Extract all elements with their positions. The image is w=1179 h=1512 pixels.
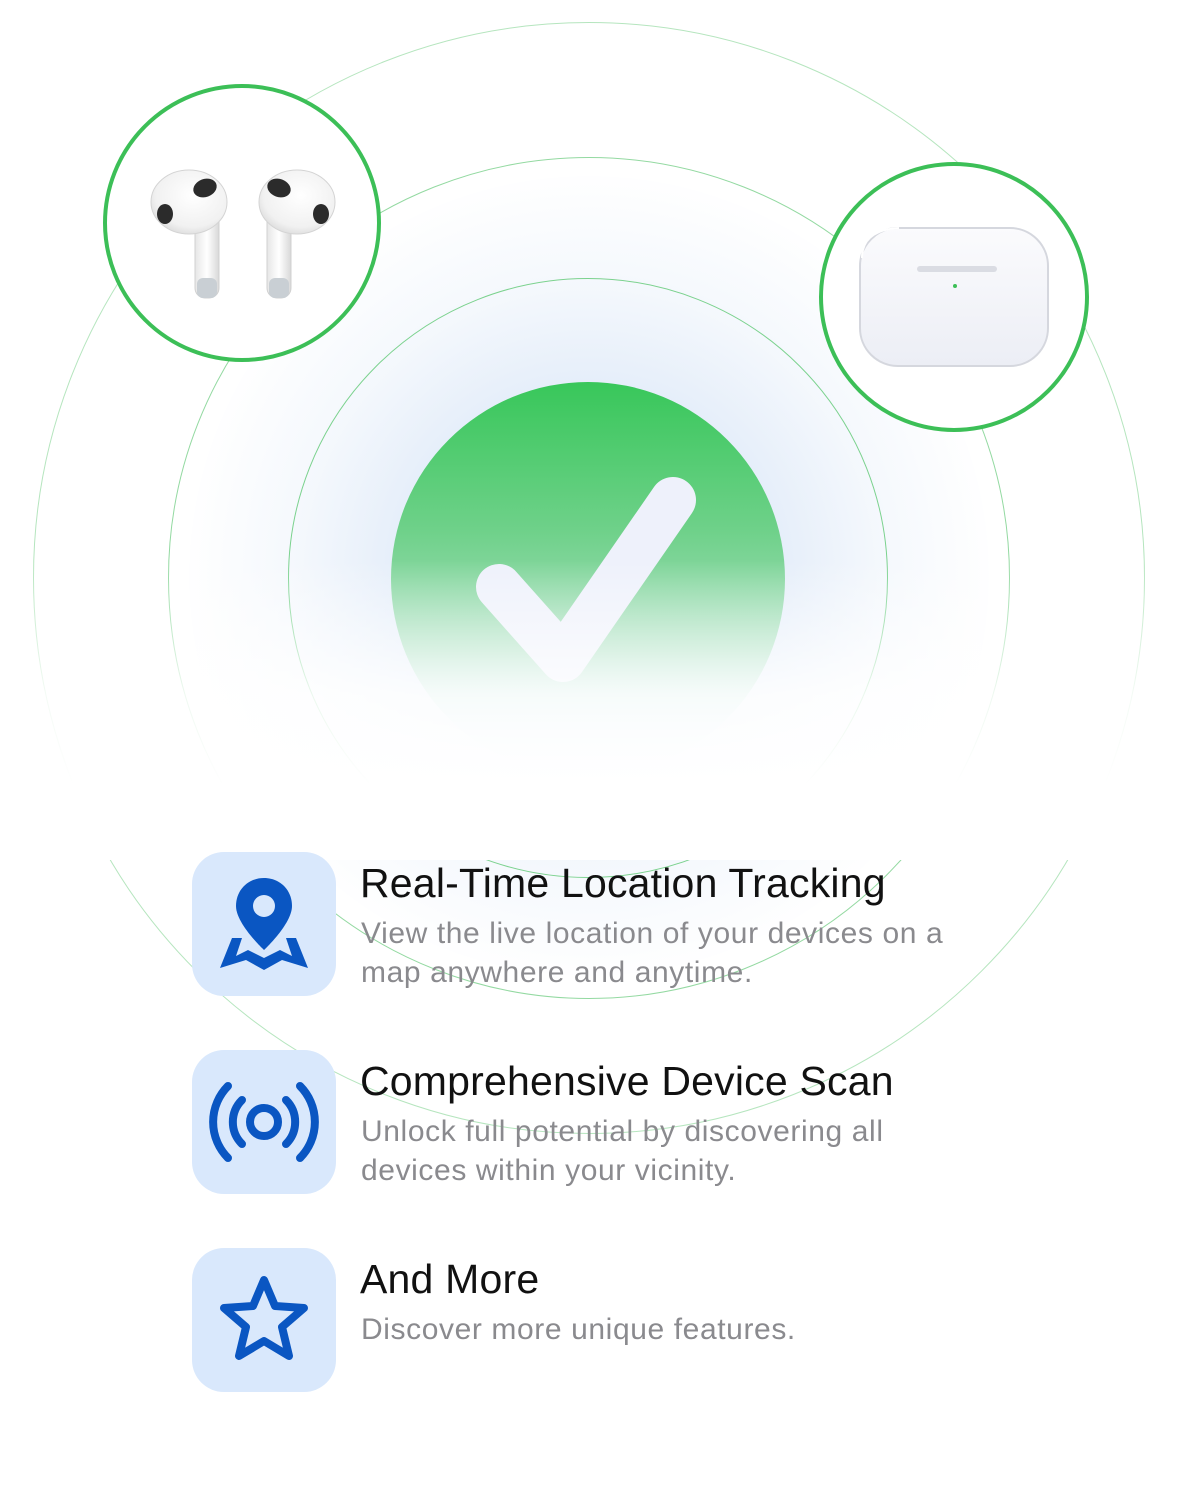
feature-icon-tile (192, 1248, 336, 1392)
feature-row-and-more: And More Discover more unique features. (192, 1248, 992, 1393)
feature-description: Discover more unique features. (361, 1313, 796, 1346)
airpods-case-bubble (819, 162, 1089, 432)
hero-bottom-fade (0, 560, 1179, 860)
feature-icon-tile (192, 852, 336, 996)
feature-description: Unlock full potential by discovering all… (361, 1115, 884, 1187)
airpods-case-image (859, 227, 1049, 367)
airpods-earbuds-bubble (103, 84, 381, 362)
location-pin-map-icon (220, 878, 308, 970)
star-icon (220, 1276, 308, 1360)
broadcast-scan-icon (209, 1082, 319, 1162)
feature-row-location-tracking: Real-Time Location Tracking View the liv… (192, 852, 992, 997)
feature-row-device-scan: Comprehensive Device Scan Unlock full po… (192, 1050, 992, 1195)
feature-title: Comprehensive Device Scan (360, 1058, 894, 1104)
feature-icon-tile (192, 1050, 336, 1194)
feature-title: Real-Time Location Tracking (360, 860, 886, 906)
feature-title: And More (360, 1256, 540, 1302)
airpods-earbuds-image (150, 169, 336, 299)
feature-description: View the live location of your devices o… (361, 917, 944, 989)
hero-illustration (0, 0, 1179, 1134)
